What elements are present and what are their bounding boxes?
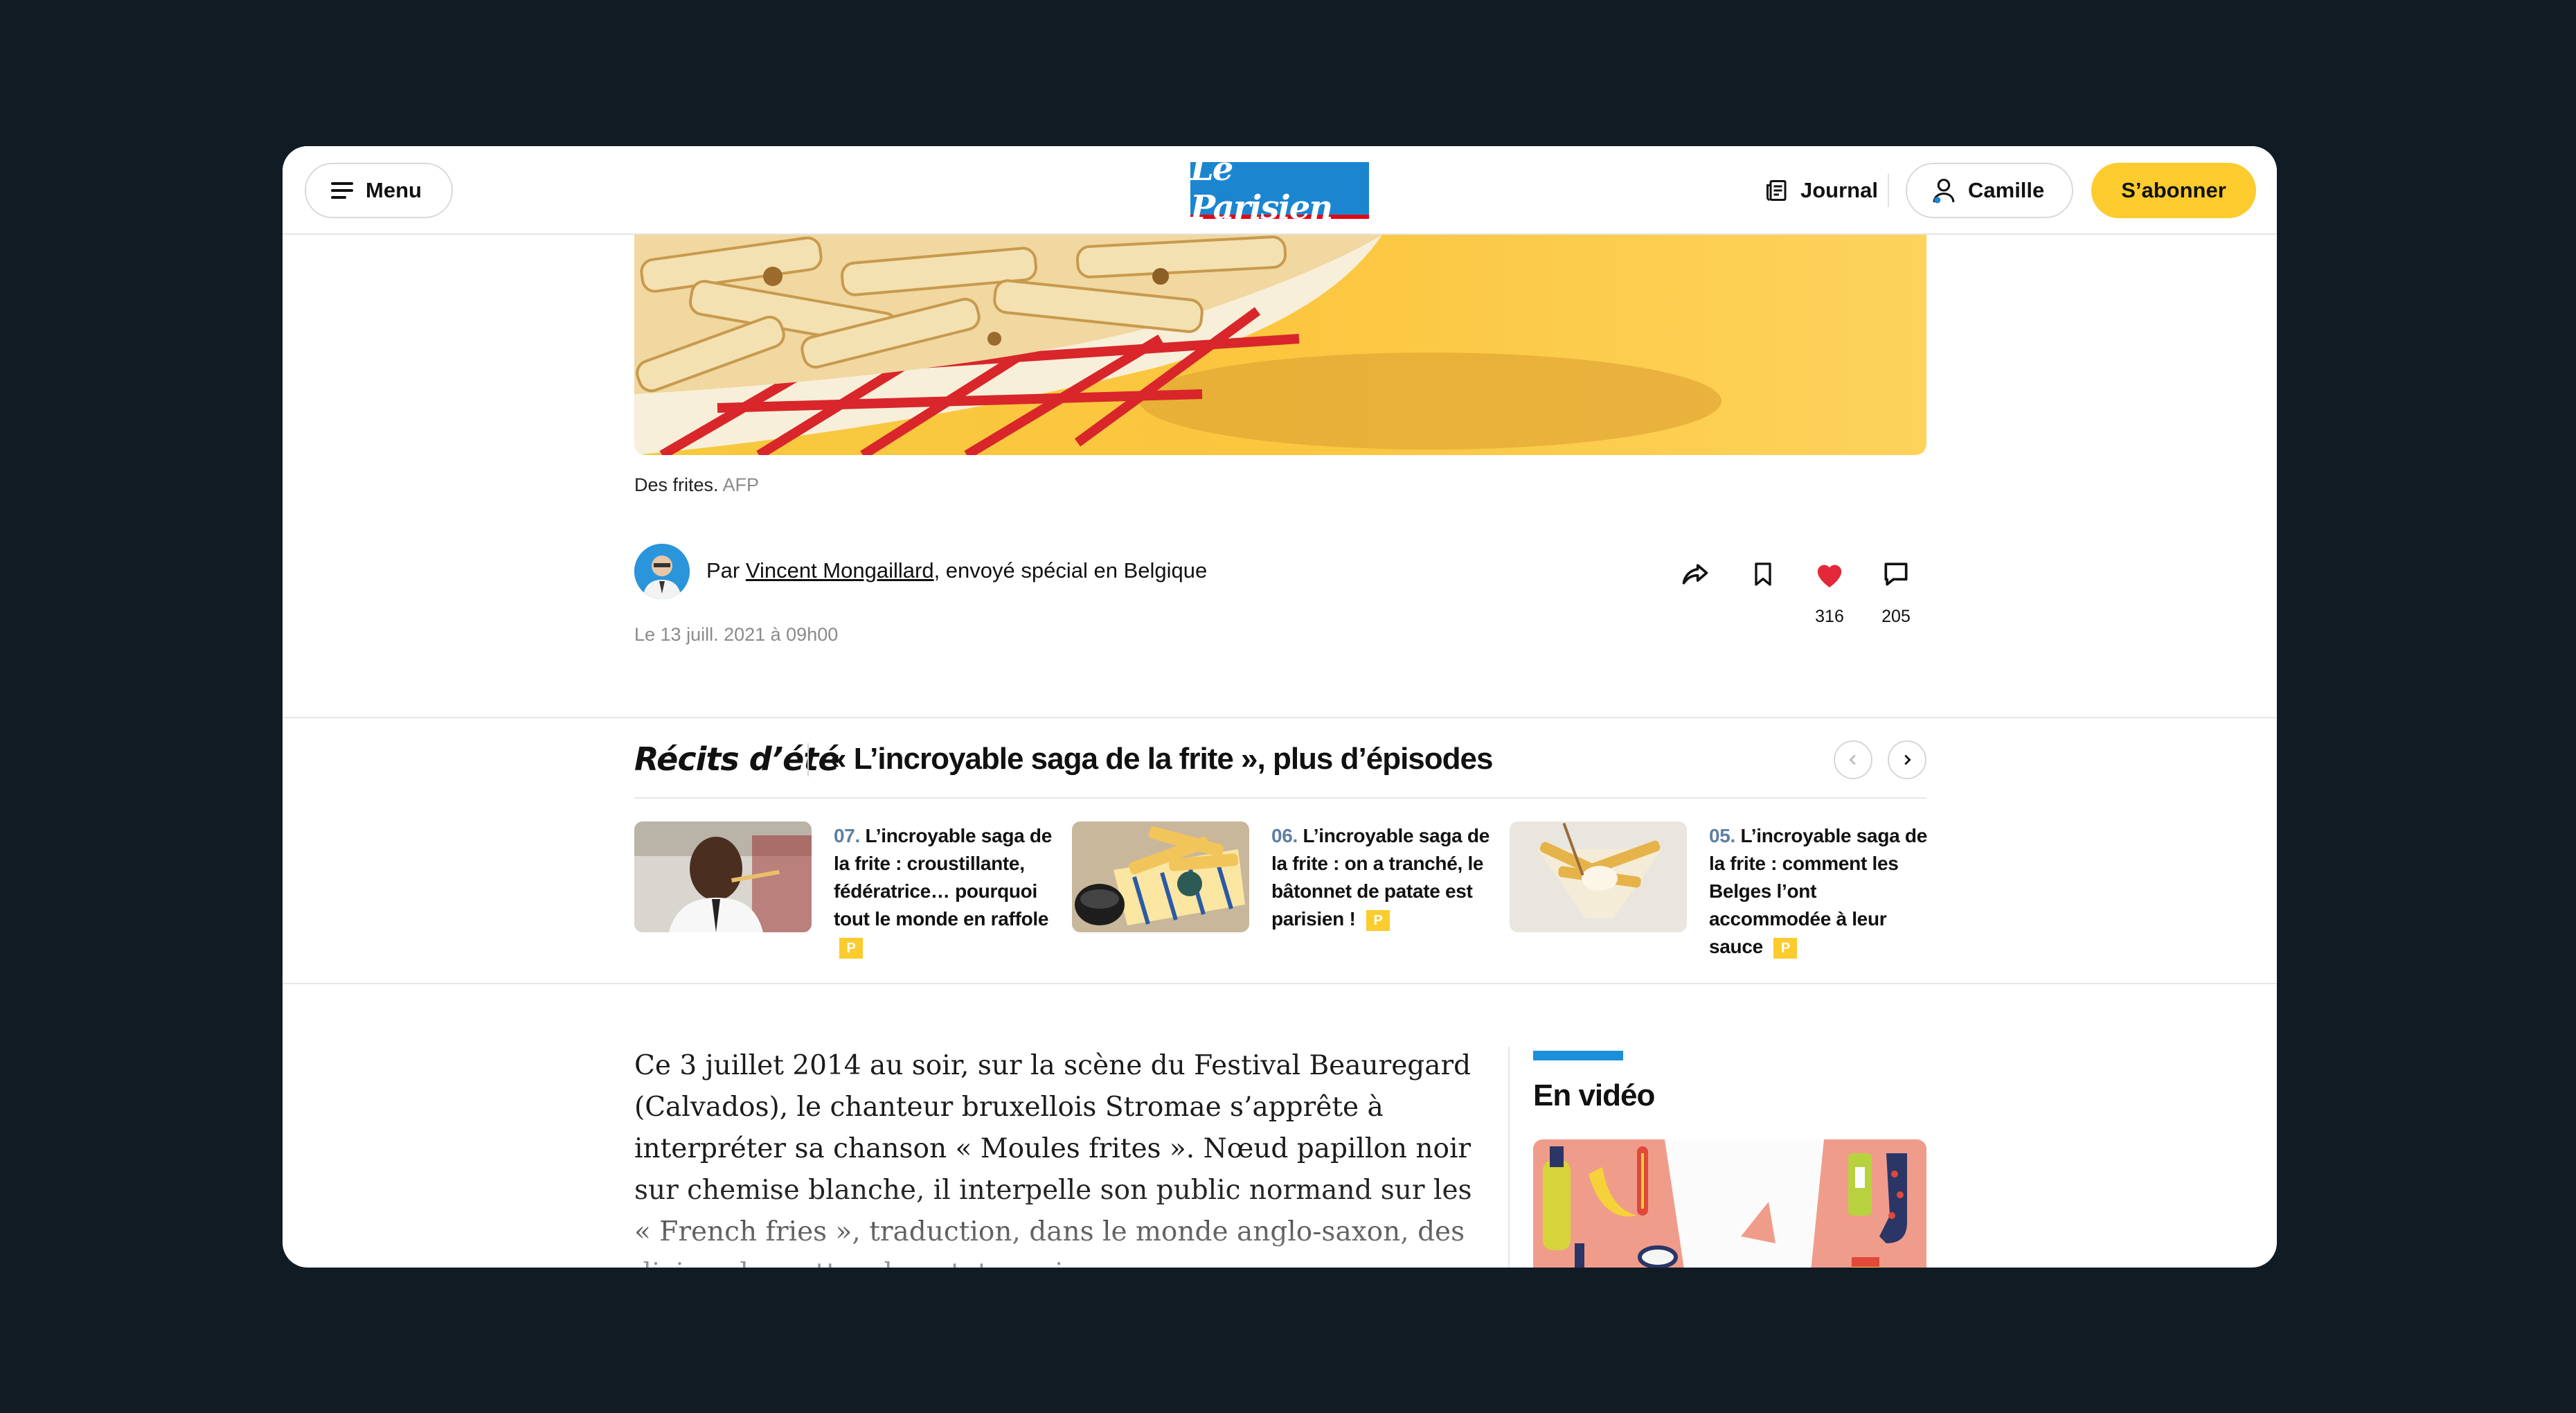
- byline: Par Vincent Mongaillard, envoyé spécial …: [706, 558, 1207, 583]
- heart-icon: [1817, 565, 1842, 588]
- card-thumbnail[interactable]: [634, 821, 812, 932]
- section-divider: [283, 983, 2277, 984]
- video-accent-bar: [1533, 1051, 1623, 1060]
- logo-text: Le Parisien: [1190, 150, 1333, 227]
- caption-credit: AFP: [722, 474, 760, 495]
- video-thumbnail[interactable]: [1533, 1139, 1926, 1268]
- image-caption: Des frites. AFP: [634, 474, 759, 496]
- hamburger-icon: [331, 182, 353, 199]
- thumbnail-man-eating: [634, 821, 812, 932]
- card-number: 06.: [1271, 825, 1298, 846]
- journal-label: Journal: [1800, 178, 1878, 202]
- publish-date: Le 13 juill. 2021 à 09h00: [634, 624, 839, 645]
- card-title[interactable]: 06. L’incroyable saga de la frite : on a…: [1271, 822, 1493, 933]
- bookmark-icon: [1755, 562, 1771, 586]
- subscribe-button[interactable]: S’abonner: [2091, 163, 2256, 218]
- site-header: Menu Le Parisien Journal Camille S’abonn…: [283, 146, 2277, 235]
- journal-link[interactable]: Journal: [1764, 167, 1878, 214]
- video-section-title: En vidéo: [1533, 1078, 1655, 1112]
- author-photo: [634, 544, 690, 599]
- byline-role: , envoyé spécial en Belgique: [933, 558, 1208, 583]
- card-thumbnail[interactable]: [1510, 821, 1687, 932]
- card-title-text: L’incroyable saga de la frite : comment …: [1709, 825, 1927, 957]
- chevron-right-icon: [1904, 754, 1911, 765]
- comment-count: 205: [1881, 607, 1911, 626]
- menu-label: Menu: [366, 178, 422, 202]
- chevron-left-icon: [1849, 754, 1856, 765]
- series-underline: [634, 797, 1926, 799]
- share-button[interactable]: [1676, 555, 1715, 594]
- carousel-next-button[interactable]: [1888, 740, 1926, 779]
- thumbnail-fries-cone: [1510, 821, 1687, 932]
- browser-window: Menu Le Parisien Journal Camille S’abonn…: [283, 146, 2277, 1268]
- fries-illustration: [634, 235, 1721, 455]
- section-divider: [283, 717, 2277, 718]
- video-illustration: [1533, 1139, 1926, 1268]
- paywall-fade: [634, 1185, 1479, 1268]
- user-icon: [1933, 179, 1955, 204]
- caption-text: Des frites.: [634, 474, 719, 495]
- like-button[interactable]: [1810, 555, 1849, 594]
- account-button[interactable]: Camille: [1906, 163, 2073, 218]
- sidebar-divider: [1508, 1047, 1510, 1268]
- header-divider: [1888, 174, 1889, 207]
- menu-button[interactable]: Menu: [305, 163, 453, 218]
- account-label: Camille: [1968, 178, 2045, 202]
- card-thumbnail[interactable]: [1072, 821, 1249, 932]
- like-count: 316: [1815, 607, 1844, 626]
- card-title[interactable]: 07. L’incroyable saga de la frite : crou…: [834, 822, 1055, 961]
- series-divider: [807, 743, 809, 776]
- hero-image: [634, 235, 1926, 455]
- card-title[interactable]: 05. L’incroyable saga de la frite : comm…: [1709, 822, 1931, 961]
- subscribe-label: S’abonner: [2121, 178, 2226, 202]
- newspaper-icon: [1766, 180, 1787, 201]
- card-title-text: L’incroyable saga de la frite : croustil…: [834, 825, 1052, 930]
- carousel-prev-button[interactable]: [1834, 740, 1872, 779]
- card-number: 05.: [1709, 825, 1736, 846]
- card-number: 07.: [834, 825, 861, 846]
- premium-badge-icon: P: [1773, 937, 1798, 959]
- series-title[interactable]: « L’incroyable saga de la frite », plus …: [830, 742, 1493, 776]
- byline-prefix: Par: [706, 558, 746, 583]
- comment-icon: [1884, 562, 1908, 586]
- premium-badge-icon: P: [839, 937, 863, 959]
- author-link[interactable]: Vincent Mongaillard: [746, 558, 934, 583]
- share-icon: [1682, 564, 1708, 585]
- bookmark-button[interactable]: [1744, 555, 1782, 594]
- author-avatar[interactable]: [634, 544, 690, 599]
- premium-badge-icon: P: [1366, 909, 1390, 931]
- site-logo[interactable]: Le Parisien: [1190, 150, 1369, 227]
- thumbnail-fries-box: [1072, 821, 1249, 932]
- comment-button[interactable]: [1877, 555, 1915, 594]
